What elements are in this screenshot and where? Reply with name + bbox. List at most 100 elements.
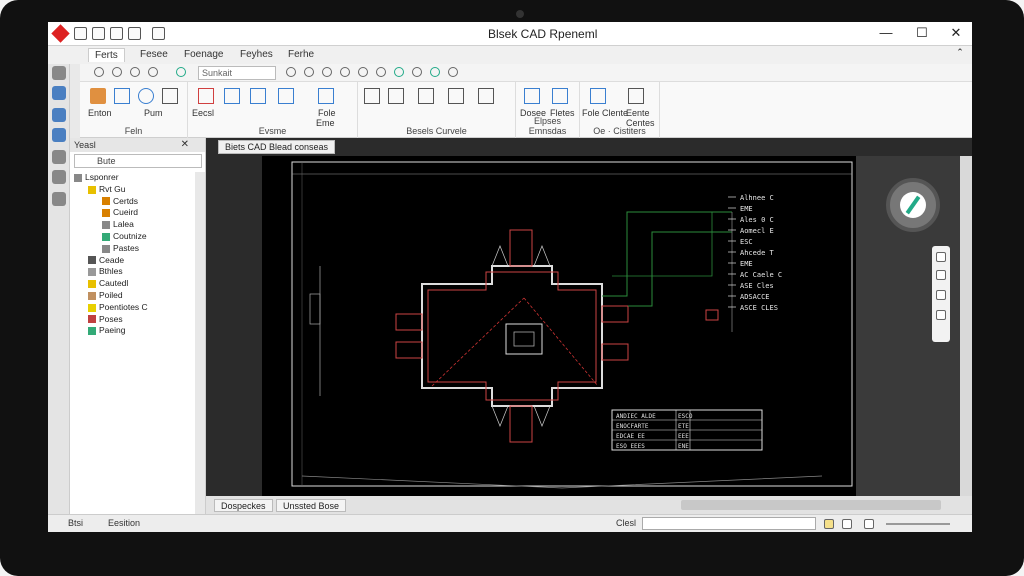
- style-dropdown[interactable]: Sunkait: [198, 66, 276, 80]
- explorer-panel: Yeasl ✕ Bute Lsponrer Rvt Gu Certds Cueird L…: [70, 138, 206, 514]
- vertical-scrollbar[interactable]: [960, 156, 972, 496]
- fole-button[interactable]: Fole: [318, 108, 336, 118]
- layer-icon[interactable]: [176, 67, 186, 77]
- list-icon[interactable]: [388, 88, 404, 104]
- pan-icon[interactable]: [376, 67, 386, 77]
- zoom-in-icon[interactable]: [286, 67, 296, 77]
- showmotion-nav-icon[interactable]: [936, 310, 946, 320]
- ribbon-collapse-icon[interactable]: ⌃: [948, 47, 972, 58]
- eecsl-button[interactable]: Eecsl: [192, 108, 214, 118]
- leader-icon[interactable]: [250, 88, 266, 104]
- text-icon[interactable]: [198, 88, 214, 104]
- orbit-icon[interactable]: [394, 67, 404, 77]
- rotate-tool-icon[interactable]: [52, 128, 66, 142]
- grid-mode-icon[interactable]: [842, 519, 852, 529]
- close-icon[interactable]: ✕: [944, 25, 968, 41]
- enton-button[interactable]: Enton: [88, 108, 112, 118]
- command-input[interactable]: [642, 517, 816, 530]
- zoom-window-icon[interactable]: [322, 67, 332, 77]
- dose-icon[interactable]: [524, 88, 540, 104]
- maximize-icon[interactable]: ☐: [910, 25, 934, 41]
- tab-foenage[interactable]: Foenage: [178, 48, 229, 61]
- lock-icon[interactable]: [864, 519, 874, 529]
- layer-tree-item[interactable]: Certds: [70, 196, 194, 208]
- hatch-icon[interactable]: [278, 88, 294, 104]
- layer-color-icon: [102, 220, 110, 229]
- table-icon[interactable]: [364, 88, 380, 104]
- zoom-extents-icon[interactable]: [340, 67, 350, 77]
- mirror-tool-icon[interactable]: [52, 170, 66, 184]
- dimension-icon[interactable]: [224, 88, 240, 104]
- layer-color-icon: [102, 209, 110, 218]
- paste-icon[interactable]: [148, 67, 158, 77]
- insert-icon[interactable]: [448, 88, 464, 104]
- app-logo-icon[interactable]: [51, 24, 70, 43]
- layer-tree-item[interactable]: Lsponrer: [70, 172, 194, 184]
- cut-icon[interactable]: [130, 67, 140, 77]
- open-icon[interactable]: [92, 27, 105, 40]
- layer-tree-item[interactable]: Poentiotes C: [70, 302, 194, 314]
- polyline-icon[interactable]: [114, 88, 130, 104]
- grid-icon[interactable]: [418, 88, 434, 104]
- fole-clente-button[interactable]: Fole Clente: [582, 108, 628, 118]
- attach-icon[interactable]: [478, 88, 494, 104]
- inner-wall: [427, 271, 597, 401]
- draw-line-icon[interactable]: [90, 88, 106, 104]
- viewcube-compass[interactable]: [886, 178, 940, 232]
- snap-icon[interactable]: [824, 519, 834, 529]
- layer-tree-item[interactable]: Cueird: [70, 207, 194, 219]
- line-tool-icon[interactable]: [52, 66, 66, 80]
- tab-feyhes[interactable]: Feyhes: [234, 48, 279, 61]
- horizontal-scroll-thumb[interactable]: [681, 500, 941, 510]
- arc-icon[interactable]: [162, 88, 178, 104]
- layer-tree-item[interactable]: Cautedl: [70, 278, 194, 290]
- layout-tab-1[interactable]: Dospeckes: [214, 499, 273, 512]
- pum-button[interactable]: Pum: [144, 108, 163, 118]
- select-tool-icon[interactable]: [52, 86, 66, 100]
- layer-tree-item[interactable]: Poses: [70, 314, 194, 326]
- tab-ferts[interactable]: Ferts: [88, 48, 125, 62]
- measure-icon[interactable]: [430, 67, 440, 77]
- circle-icon[interactable]: [138, 88, 154, 104]
- layer-tree-item[interactable]: Ceade: [70, 255, 194, 267]
- properties-icon[interactable]: [448, 67, 458, 77]
- block-icon[interactable]: [318, 88, 334, 104]
- layout-tab-2[interactable]: Unssted Bose: [276, 499, 347, 512]
- zoom-nav-icon[interactable]: [936, 270, 946, 280]
- move-tool-icon[interactable]: [52, 108, 66, 122]
- layer-tree-item[interactable]: Coutnize: [70, 231, 194, 243]
- model-canvas[interactable]: Alhnee C EME Ales 0 C Aomecl E ESC Ahcede T EM…: [262, 156, 856, 496]
- document-tab[interactable]: Biets CAD Blead conseas: [218, 140, 336, 154]
- panel-close-icon[interactable]: ✕: [181, 139, 189, 150]
- layer-tree-item[interactable]: Pastes: [70, 243, 194, 255]
- layer-tree-item[interactable]: Paeing: [70, 325, 194, 337]
- copy-icon[interactable]: [112, 67, 122, 77]
- save-icon[interactable]: [74, 27, 87, 40]
- redo-icon[interactable]: [152, 27, 165, 40]
- minimize-icon[interactable]: —: [874, 25, 898, 40]
- pan-nav-icon[interactable]: [936, 252, 946, 262]
- layer-tree-item[interactable]: Poiled: [70, 290, 194, 302]
- navigation-bar: [932, 246, 950, 342]
- new-file-icon[interactable]: [94, 67, 104, 77]
- layer-tree-item[interactable]: Bthles: [70, 266, 194, 278]
- panel-scrollbar[interactable]: [195, 172, 205, 514]
- tab-fesee[interactable]: Fesee: [134, 48, 174, 61]
- tab-ferhe[interactable]: Ferhe: [282, 48, 320, 61]
- zoom-out-icon[interactable]: [304, 67, 314, 77]
- eente-centes-button[interactable]: Eente Centes: [626, 108, 660, 128]
- print-icon[interactable]: [128, 27, 141, 40]
- undo-icon[interactable]: [110, 27, 123, 40]
- clean-icon[interactable]: [590, 88, 606, 104]
- zoom-previous-icon[interactable]: [358, 67, 368, 77]
- select-icon[interactable]: [412, 67, 422, 77]
- layer-tree-item[interactable]: Lalea: [70, 219, 194, 231]
- trim-tool-icon[interactable]: [52, 192, 66, 206]
- layer-tree-item[interactable]: Rvt Gu: [70, 184, 194, 196]
- center-icon[interactable]: [628, 88, 644, 104]
- zoom-slider[interactable]: [886, 523, 950, 525]
- fletes-icon[interactable]: [552, 88, 568, 104]
- panel-search-input[interactable]: Bute: [74, 154, 202, 168]
- scale-tool-icon[interactable]: [52, 150, 66, 164]
- orbit-nav-icon[interactable]: [936, 290, 946, 300]
